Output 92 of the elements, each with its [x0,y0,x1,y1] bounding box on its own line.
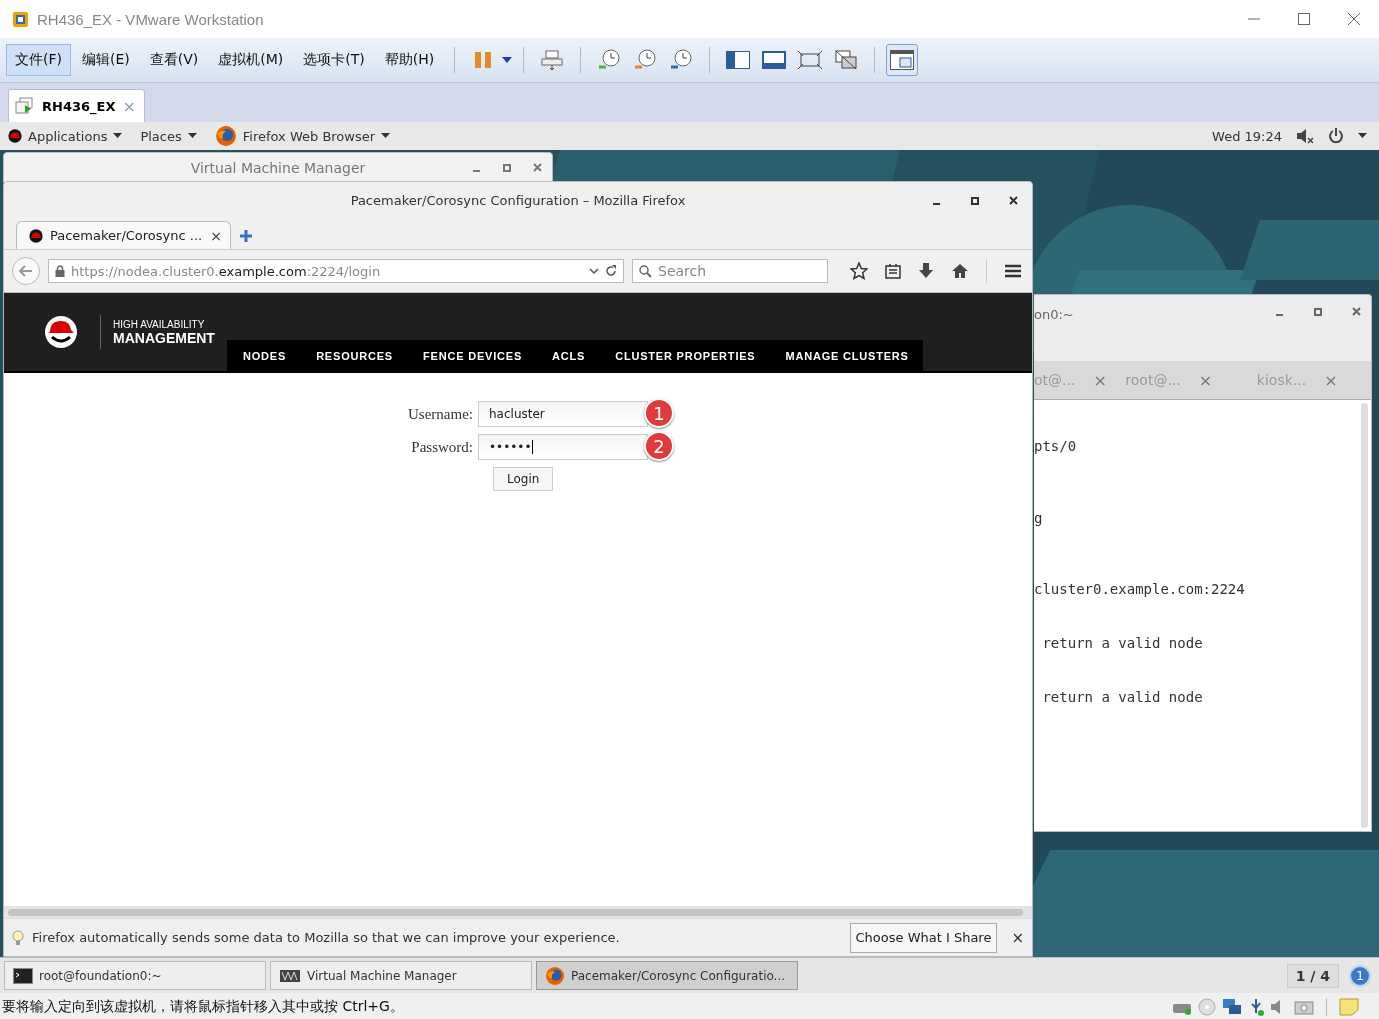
close-icon[interactable] [1009,196,1018,205]
applications-menu[interactable]: Applications [8,128,123,144]
window-title: Virtual Machine Manager [190,159,366,176]
hat-icon [8,129,22,143]
caret-icon [1358,133,1367,139]
taskbar-item[interactable]: Pacemaker/Corosync Configuratio... [536,961,798,990]
input-field[interactable]: •••••• [478,434,648,460]
caret-icon [113,133,123,139]
caret-icon [381,133,391,139]
chevron-icon[interactable] [589,267,599,275]
maximize-icon[interactable] [1298,13,1310,25]
taskbar-item[interactable]: Virtual Machine Manager [270,961,532,990]
camera-icon[interactable] [1294,998,1314,1015]
back-button[interactable] [12,257,40,285]
callout-number: 1 [644,398,674,428]
window-title: on0:~ [1034,307,1074,322]
nav-link[interactable]: NODES [243,349,287,362]
speaker-icon[interactable] [1296,128,1314,144]
search-field[interactable]: Search [632,259,828,283]
url-field[interactable]: https://nodea.cluster0.example.com:2224/login [48,259,624,283]
reload-icon[interactable] [605,265,617,277]
clock[interactable]: Wed 19:24 [1212,128,1282,144]
window-icon [890,50,915,70]
lightbulb-icon [12,929,24,946]
browser-tab[interactable]: Pacemaker/Corosync ... × [16,221,231,249]
brand-text: MANAGEMENT [113,329,215,346]
brand-text: HIGH AVAILABILITY [113,318,206,330]
lock-icon [55,265,65,277]
terminal-line: return a valid node [1041,635,1203,651]
sidebar-layout-icon[interactable] [726,51,751,69]
nav-link[interactable]: MANAGE CLUSTERS [785,349,909,362]
terminal-line: g [1034,510,1043,526]
view-button[interactable] [886,44,919,76]
status-text: 要将输入定向到该虚拟机，请将鼠标指针移入其中或按 Ctrl+G。 [2,997,404,1016]
workspace-indicator[interactable]: 1 / 4 [1286,963,1339,988]
menu-item[interactable]: 选项卡(T) [294,44,374,76]
menu-item[interactable]: 查看(V) [140,44,208,76]
share-button[interactable]: Choose What I Share [849,922,998,953]
nav-link[interactable]: FENCE DEVICES [423,349,523,362]
close-icon[interactable]: × [1011,928,1024,947]
menu-item[interactable]: 帮助(H) [375,44,444,76]
nav-link[interactable]: CLUSTER PROPERTIES [615,349,756,362]
app-menu[interactable]: Firefox Web Browser [214,125,391,147]
terminal-line: cluster0.example.com:2224 [1034,581,1245,597]
vm-icon [15,97,35,115]
input-field[interactable]: hacluster [478,401,648,427]
close-icon[interactable]: × [210,227,222,244]
firefox-icon [545,965,565,986]
places-menu[interactable]: Places [140,128,197,144]
app-icon [12,10,29,28]
window-title: RH436_EX - VMware Workstation [37,10,264,28]
home-icon[interactable] [951,263,969,279]
notification-count[interactable]: 1 [1349,964,1371,987]
field-label: Username: [407,405,473,423]
taskbar-item[interactable]: root@foundation0:~ [4,961,266,990]
power-icon[interactable] [1328,128,1344,144]
maximize-icon[interactable] [1314,307,1322,316]
scrollbar[interactable] [8,908,1023,916]
nav-link[interactable]: ACLS [552,349,586,362]
network-icon[interactable] [1222,997,1242,1016]
window-title: Pacemaker/Corosync Configuration – Mozilla Firefox [350,193,686,208]
plus-icon[interactable] [239,229,253,243]
login-button[interactable]: Login [493,467,554,491]
notification-text: Firefox automatically sends some data to Mozilla so that we can improve your experience. [32,930,620,945]
hat-icon [29,228,43,243]
firefox-icon [214,125,237,147]
field-label: Password: [410,438,473,456]
terminal-icon [13,967,33,984]
caret-icon[interactable] [502,57,513,63]
console-layout-icon[interactable] [762,51,787,69]
menu-item[interactable]: 编辑(E) [73,44,139,76]
nav-link[interactable]: RESOURCES [316,349,393,362]
terminal-line: return a valid node [1041,689,1203,705]
scrollbar[interactable] [1361,403,1368,828]
menu-item[interactable]: 虚拟机(M) [209,44,293,76]
close-icon[interactable] [1352,307,1361,316]
vm-tab[interactable]: RH436_EX × [8,89,145,122]
star-icon[interactable] [850,262,868,280]
callout-number: 2 [644,431,674,461]
download-icon[interactable] [918,262,934,280]
caret-icon [187,133,197,139]
back-arrow-icon [19,265,33,277]
hat-logo-icon [44,315,78,349]
close-icon[interactable] [1348,13,1360,25]
clipboard-icon[interactable] [885,263,901,279]
menu-item[interactable]: 文件(F) [6,44,71,76]
terminal-line: pts/0 [1034,438,1077,454]
usb-icon[interactable] [1248,997,1264,1016]
maximize-icon[interactable] [971,196,979,205]
search-icon [639,264,652,278]
fullscreen-icon[interactable] [798,51,823,69]
menu-icon[interactable] [1004,264,1022,278]
